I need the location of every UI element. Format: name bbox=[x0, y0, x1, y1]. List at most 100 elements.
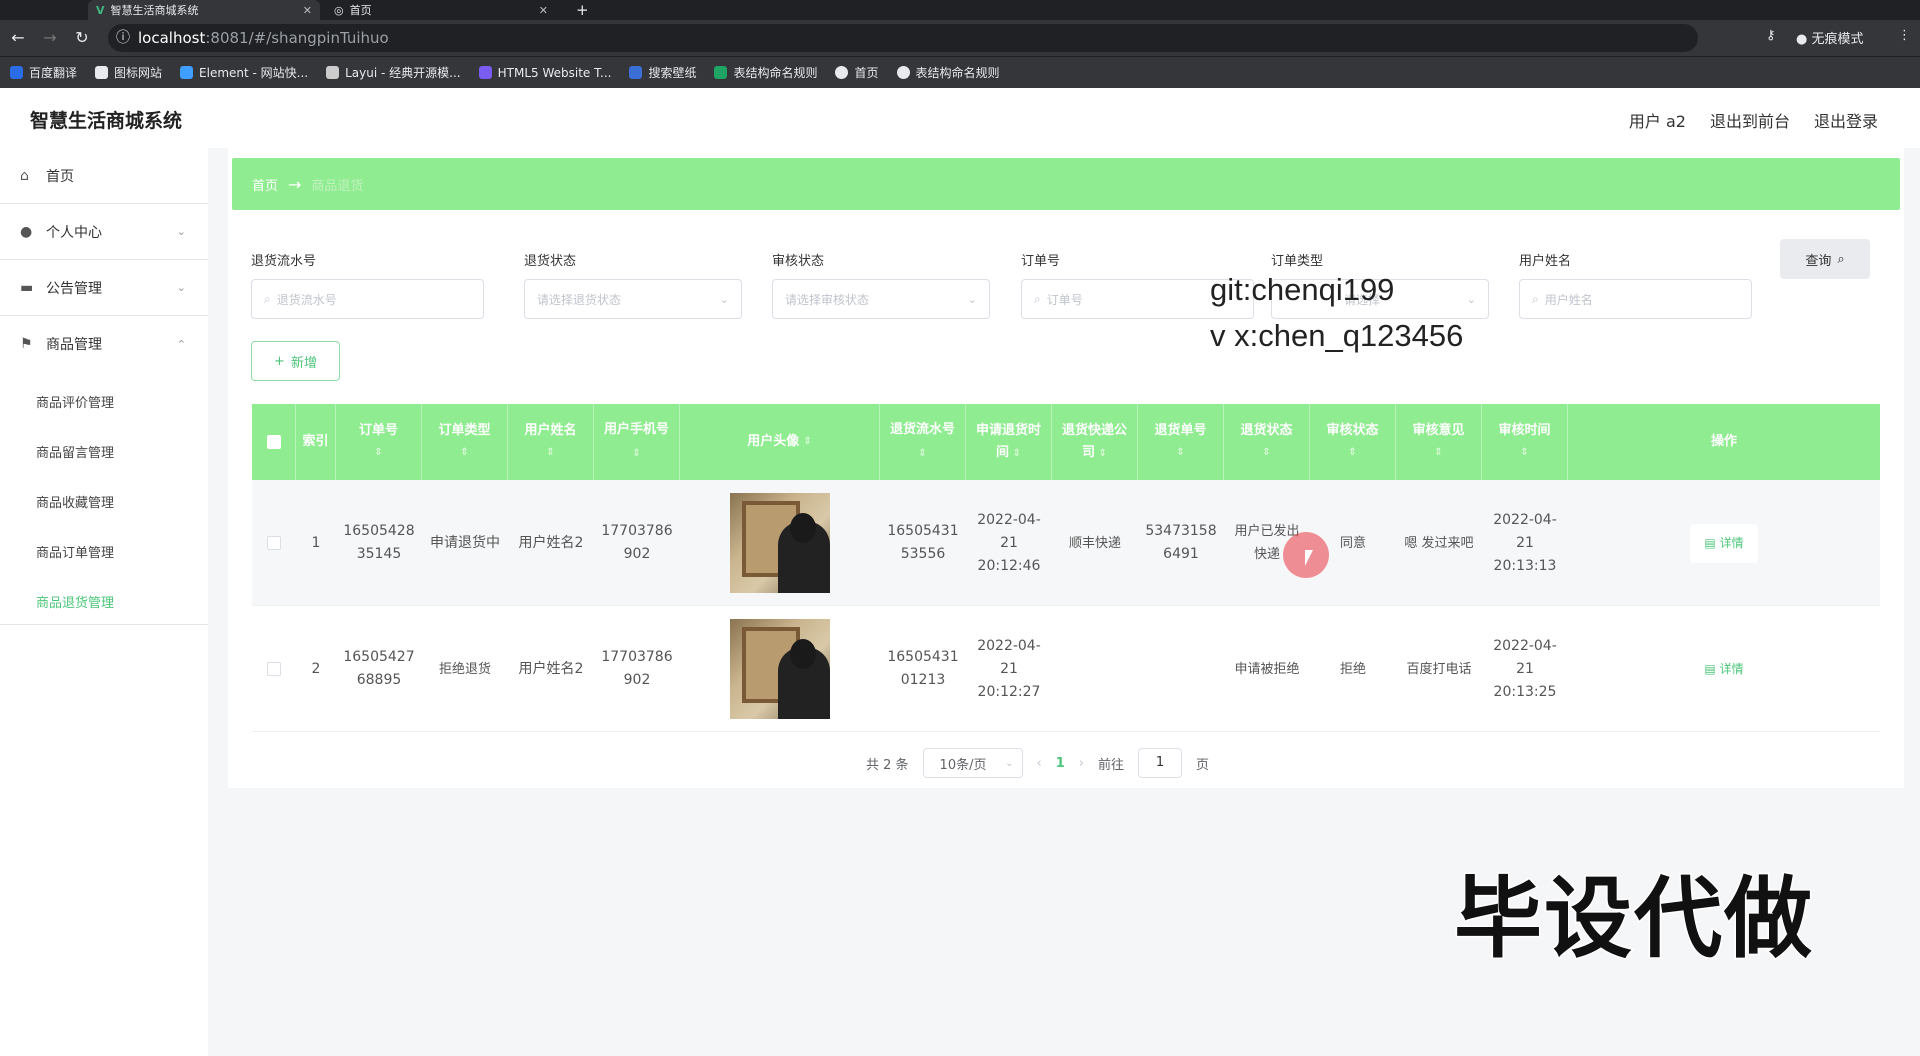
forward-icon[interactable]: → bbox=[40, 28, 60, 48]
cell-phone: 17703786902 bbox=[601, 649, 673, 688]
detail-button[interactable]: ▤ 详情 bbox=[1690, 650, 1757, 689]
filter-label: 订单类型 bbox=[1271, 254, 1324, 269]
user-name-input[interactable]: ⌕ 用户姓名 bbox=[1519, 279, 1752, 319]
bookmark[interactable]: 搜索壁纸 bbox=[629, 64, 696, 81]
bookmark[interactable]: Element - 网站快... bbox=[180, 64, 308, 81]
column-header: 操作 bbox=[1710, 434, 1737, 449]
new-tab-button[interactable]: + bbox=[568, 0, 598, 20]
key-icon[interactable]: ⚷ bbox=[1766, 28, 1776, 43]
bookmark[interactable]: 表结构命名规则 bbox=[896, 64, 1000, 81]
return-no-input[interactable]: ⌕ 退货流水号 bbox=[251, 279, 484, 319]
filter-label: 用户姓名 bbox=[1519, 254, 1572, 269]
chevron-up-icon: ⌃ bbox=[176, 337, 186, 351]
search-icon: ⌕ bbox=[1532, 291, 1539, 306]
column-header[interactable]: 订单类型 ⇕ bbox=[422, 404, 508, 480]
return-status-select[interactable]: 请选择退货状态 ⌄ bbox=[524, 279, 742, 319]
page-number[interactable]: 1 bbox=[1056, 756, 1065, 771]
column-header[interactable]: 用户头像 ⇕ bbox=[680, 404, 880, 480]
address-bar[interactable]: ⓘ localhost:8081/#/shangpinTuihuo bbox=[108, 24, 1698, 52]
add-button[interactable]: + 新增 bbox=[251, 341, 340, 381]
row-checkbox[interactable] bbox=[252, 606, 296, 732]
bookmarks-bar: 百度翻译 图标网站 Element - 网站快... Layui - 经典开源模… bbox=[0, 56, 1920, 88]
filter-label: 退货流水号 bbox=[251, 254, 317, 269]
cell-courier bbox=[1052, 606, 1138, 732]
breadcrumb-home[interactable]: 首页 bbox=[252, 175, 278, 194]
logout-link[interactable]: 退出登录 bbox=[1814, 108, 1878, 132]
chevron-down-icon: ⌄ bbox=[176, 225, 186, 238]
prev-page-icon[interactable]: ‹ bbox=[1037, 756, 1042, 771]
column-header[interactable]: 用户手机号 ⇕ bbox=[594, 404, 680, 480]
bookmark[interactable]: Layui - 经典开源模... bbox=[326, 64, 461, 81]
sidebar-sub-message[interactable]: 商品留言管理 bbox=[36, 442, 114, 461]
folder-icon bbox=[95, 66, 109, 79]
avatar-image[interactable] bbox=[730, 493, 830, 593]
breadcrumb-current: 商品退货 bbox=[311, 178, 364, 194]
sidebar-sub-favorite[interactable]: 商品收藏管理 bbox=[36, 492, 114, 511]
close-tab-icon[interactable]: ✕ bbox=[303, 4, 312, 17]
cell-order-type: 申请退货中 bbox=[430, 534, 500, 551]
column-header[interactable]: 索引 bbox=[296, 404, 336, 480]
sidebar-item-profile[interactable]: ● 个人中心 ⌄ bbox=[0, 204, 208, 260]
column-header[interactable]: 用户姓名 ⇕ bbox=[508, 404, 594, 480]
bookmark[interactable]: 首页 bbox=[835, 64, 879, 81]
cell-avatar bbox=[680, 480, 880, 606]
column-header[interactable]: 退货流水号 ⇕ bbox=[880, 404, 966, 480]
profile-label: 无痕模式 bbox=[1811, 32, 1864, 47]
column-header[interactable]: 退货状态 ⇕ bbox=[1224, 404, 1310, 480]
detail-button[interactable]: ▤ 详情 bbox=[1690, 523, 1758, 563]
bookmark[interactable]: 百度翻译 bbox=[10, 64, 77, 81]
plus-icon: + bbox=[274, 353, 285, 369]
sidebar-item-goods[interactable]: ⚑ 商品管理 ⌃ bbox=[0, 316, 208, 372]
row-checkbox[interactable] bbox=[252, 480, 296, 606]
table-row: 1 1650542835145 申请退货中 用户姓名2 17703786902 … bbox=[252, 480, 1880, 606]
menu-icon[interactable]: ⋮ bbox=[1898, 28, 1911, 43]
back-to-front-link[interactable]: 退出到前台 bbox=[1710, 108, 1790, 132]
back-icon[interactable]: ← bbox=[8, 28, 28, 48]
column-header[interactable]: 审核时间 ⇕ bbox=[1482, 404, 1568, 480]
browser-tab-active[interactable]: V 智慧生活商城系统 ✕ bbox=[88, 0, 320, 20]
incognito-profile[interactable]: ● 无痕模式 bbox=[1796, 28, 1864, 47]
column-header[interactable]: 审核状态 ⇕ bbox=[1310, 404, 1396, 480]
mouse-cursor-icon bbox=[1305, 550, 1313, 566]
sheet-icon bbox=[714, 66, 728, 79]
sidebar-item-home[interactable]: ⌂ 首页 bbox=[0, 148, 208, 204]
next-page-icon[interactable]: › bbox=[1079, 756, 1084, 771]
column-header[interactable]: 审核意见 ⇕ bbox=[1396, 404, 1482, 480]
bookmark[interactable]: 表结构命名规则 bbox=[714, 64, 817, 81]
browser-tab[interactable]: ◎ 首页 ✕ bbox=[326, 0, 556, 20]
goto-page-input[interactable]: 1 bbox=[1138, 748, 1183, 778]
document-icon: ▤ bbox=[1704, 535, 1716, 550]
query-button[interactable]: 查询 ⌕ bbox=[1780, 239, 1870, 279]
select-all-checkbox[interactable] bbox=[252, 404, 296, 480]
goto-label: 前往 bbox=[1098, 757, 1125, 773]
current-user: 用户 a2 bbox=[1628, 112, 1686, 131]
user-icon: ● bbox=[20, 223, 33, 240]
chevron-down-icon: ⌄ bbox=[176, 281, 186, 294]
cell-user-name: 用户姓名2 bbox=[518, 660, 584, 677]
sidebar-divider bbox=[0, 624, 208, 625]
reload-icon[interactable]: ↻ bbox=[72, 28, 92, 48]
wallpaper-icon bbox=[629, 66, 643, 79]
close-tab-icon[interactable]: ✕ bbox=[539, 4, 548, 17]
vue-icon: V bbox=[96, 3, 105, 17]
audit-status-select[interactable]: 请选择审核状态 ⌄ bbox=[772, 279, 990, 319]
page-size-select[interactable]: 10条/页 ⌄ bbox=[922, 748, 1023, 778]
bookmark[interactable]: HTML5 Website T... bbox=[478, 66, 611, 80]
column-header[interactable]: 订单号 ⇕ bbox=[336, 404, 422, 480]
sidebar-item-notice[interactable]: ▬ 公告管理 ⌄ bbox=[0, 260, 208, 316]
column-header[interactable]: 退货单号 ⇕ bbox=[1138, 404, 1224, 480]
layui-icon bbox=[326, 66, 340, 79]
bookmark[interactable]: 图标网站 bbox=[95, 64, 162, 81]
sidebar-sub-order[interactable]: 商品订单管理 bbox=[36, 542, 114, 561]
cell-return-no: 1650543153556 bbox=[887, 523, 959, 562]
sidebar-sub-review[interactable]: 商品评价管理 bbox=[36, 392, 114, 411]
table-row: 2 1650542768895 拒绝退货 用户姓名2 17703786902 1… bbox=[252, 606, 1880, 732]
tab-title: 智慧生活商城系统 bbox=[110, 4, 199, 17]
sidebar-sub-return[interactable]: 商品退货管理 bbox=[36, 592, 114, 611]
column-header[interactable]: 退货快递公司 ⇕ bbox=[1052, 404, 1138, 480]
cell-tracking bbox=[1138, 606, 1224, 732]
column-header[interactable]: 申请退货时间 ⇕ bbox=[966, 404, 1052, 480]
cell-actions: ▤ 详情 bbox=[1568, 606, 1880, 732]
avatar-image[interactable] bbox=[730, 619, 830, 719]
cell-actions: ▤ 详情 bbox=[1568, 480, 1880, 606]
